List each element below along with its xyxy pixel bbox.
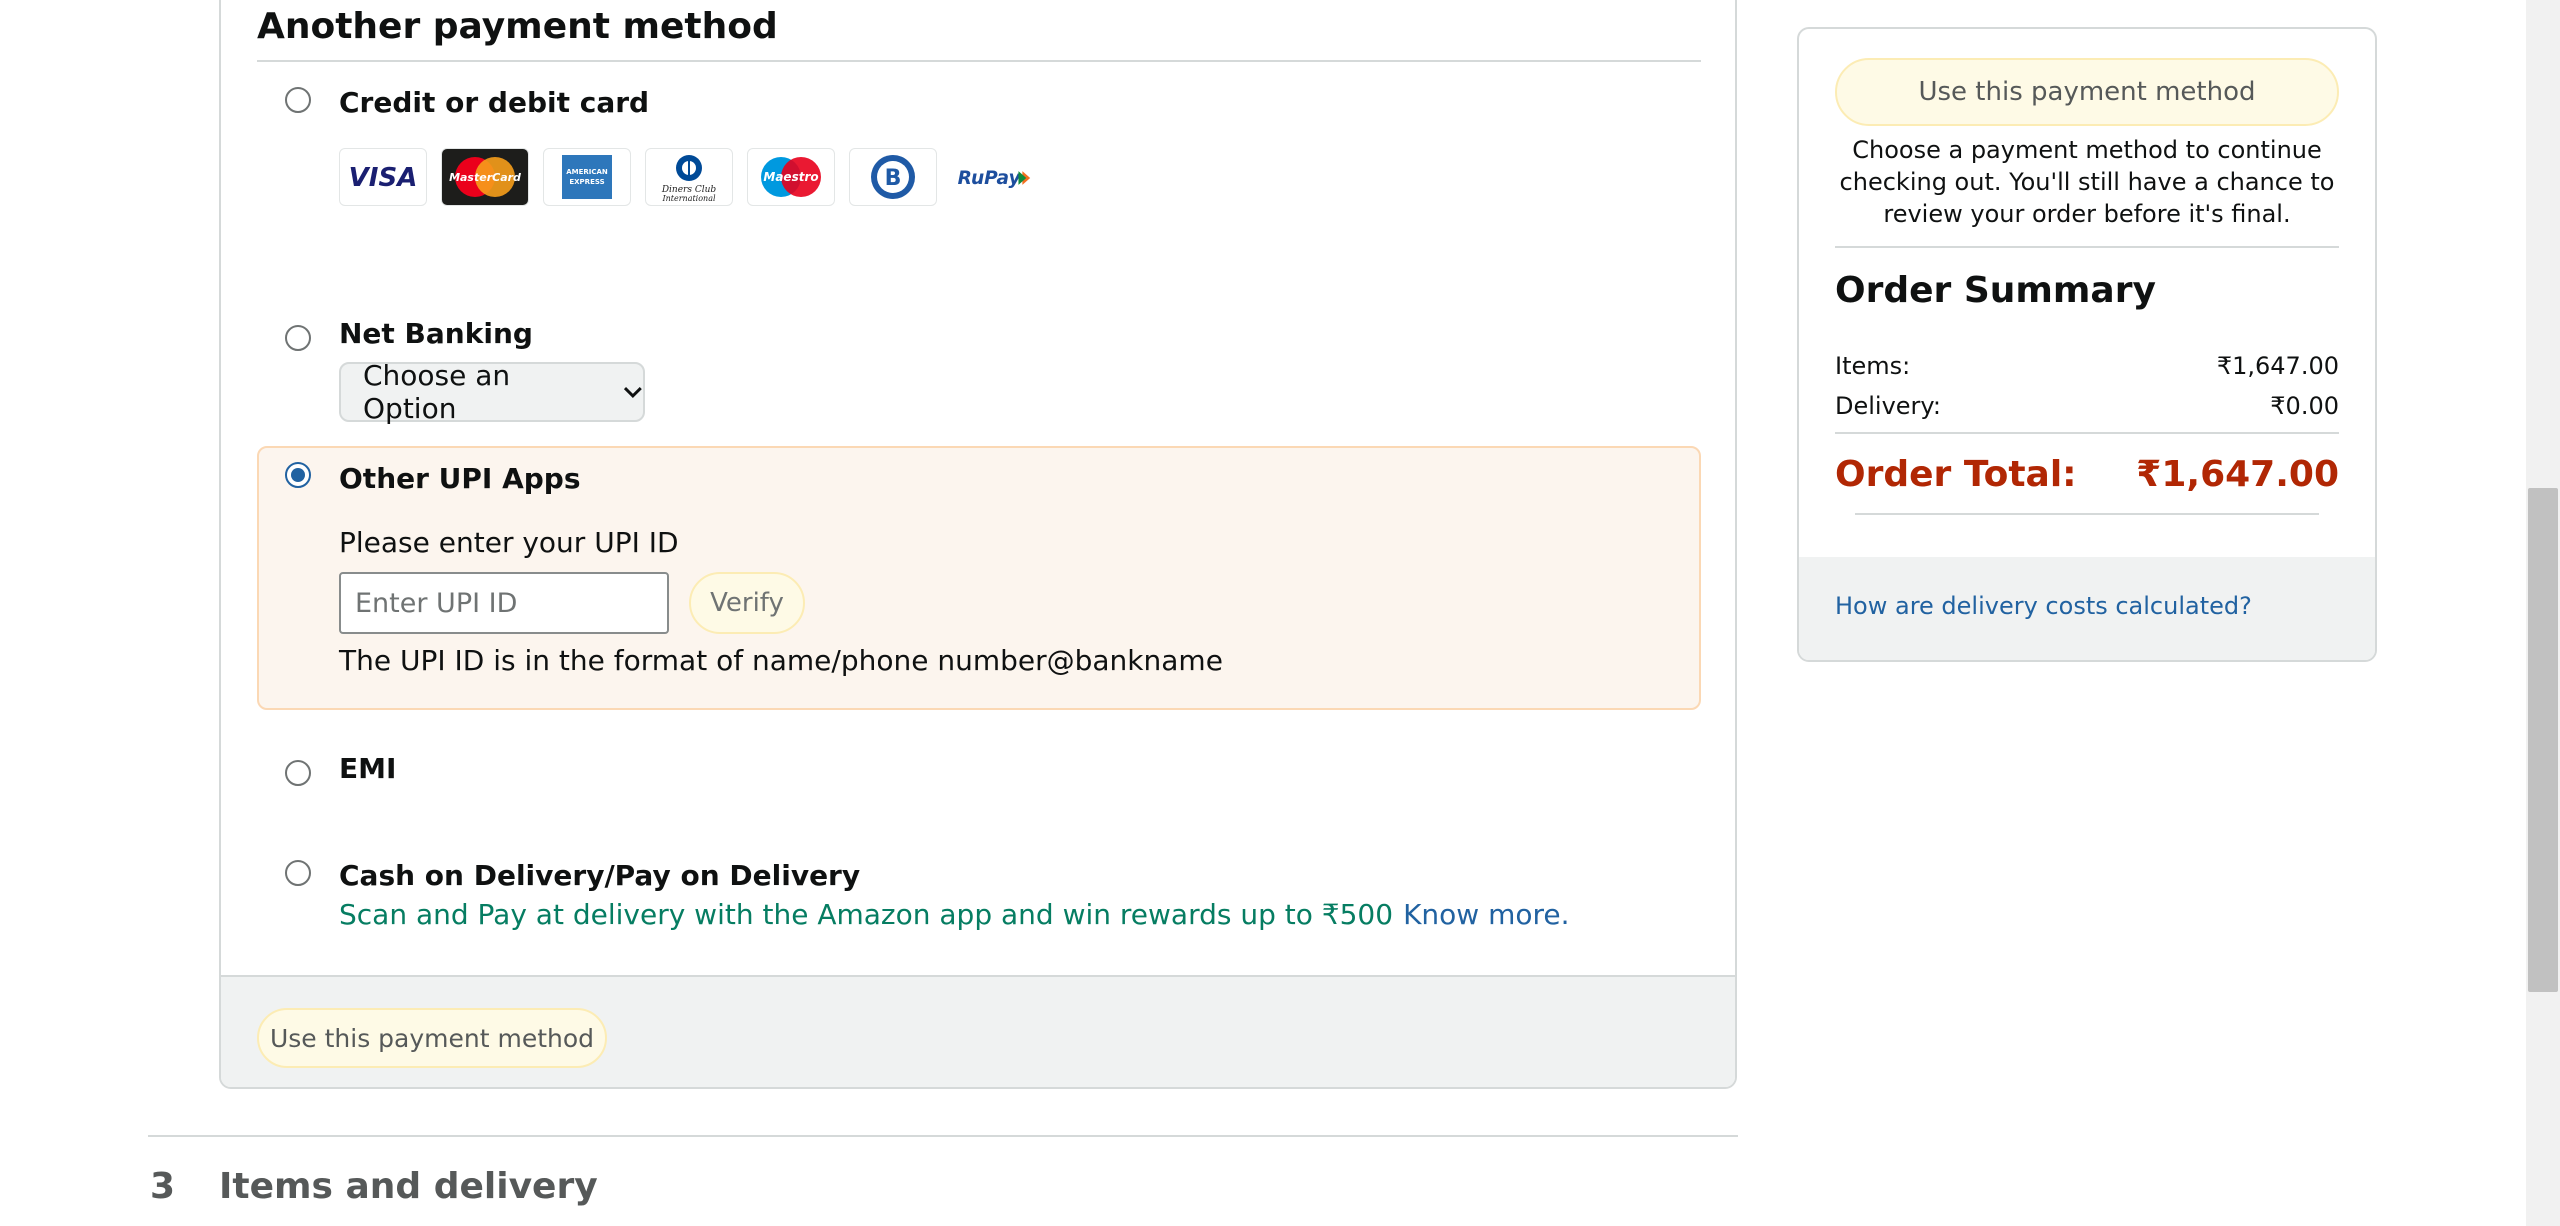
card-radio[interactable] [285,87,311,113]
order-summary-title: Order Summary [1835,270,2156,311]
delivery-label: Delivery: [1835,392,1941,420]
step-number: 3 [150,1166,176,1207]
divider [1835,432,2339,434]
diners-club-logo: Diners Club International [645,148,733,206]
step-title: Items and delivery [219,1166,598,1207]
mastercard-logo: MasterCard [441,148,529,206]
svg-text:MasterCard: MasterCard [449,171,521,184]
summary-use-payment-method-button[interactable]: Use this payment method [1835,58,2339,126]
svg-text:EXPRESS: EXPRESS [569,178,604,186]
netbanking-option-label: Net Banking [339,317,533,350]
upi-id-prompt: Please enter your UPI ID [339,526,679,559]
items-value: ₹1,647.00 [2216,352,2339,380]
cod-rewards-note: Scan and Pay at delivery with the Amazon… [339,898,1570,931]
chevron-down-icon [624,387,643,399]
visa-logo: VISA [339,148,427,206]
emi-option-label: EMI [339,752,397,785]
section-title: Another payment method [257,6,778,47]
emi-radio[interactable] [285,760,311,786]
order-total-row: Order Total: ₹1,647.00 [1835,454,2339,495]
delivery-row: Delivery: ₹0.00 [1835,392,2339,420]
summary-note: Choose a payment method to continue chec… [1839,136,2335,228]
cod-radio[interactable] [285,860,311,886]
svg-text:Maestro: Maestro [763,170,818,184]
netbanking-bank-select[interactable]: Choose an Option [339,359,645,425]
items-row: Items: ₹1,647.00 [1835,352,2339,380]
netbanking-select-value: Choose an Option [363,359,511,425]
svg-text:International: International [661,194,716,203]
svg-text:B: B [885,166,902,191]
use-payment-method-button[interactable]: Use this payment method [257,1008,607,1068]
order-total-label: Order Total: [1835,454,2077,495]
know-more-link[interactable]: Know more. [1403,898,1569,931]
delivery-value: ₹0.00 [2270,392,2339,420]
scrollbar-thumb[interactable] [2528,488,2558,992]
amex-logo: AMERICAN EXPRESS [543,148,631,206]
order-total-value: ₹1,647.00 [2136,454,2339,495]
svg-text:RuPay: RuPay [958,168,1022,189]
bajaj-logo: B [849,148,937,206]
upi-id-input[interactable] [339,572,669,634]
delivery-costs-link[interactable]: How are delivery costs calculated? [1835,592,2252,620]
svg-text:AMERICAN: AMERICAN [566,168,608,176]
upi-format-hint: The UPI ID is in the format of name/phon… [339,644,1223,677]
card-option-label: Credit or debit card [339,86,650,119]
divider [148,1135,1738,1137]
verify-button[interactable]: Verify [689,572,805,634]
items-label: Items: [1835,352,1911,380]
svg-text:VISA: VISA [349,163,418,193]
divider [257,60,1701,62]
maestro-logo: Maestro [747,148,835,206]
rupay-logo: RuPay [951,148,1039,206]
netbanking-radio[interactable] [285,325,311,351]
cod-note-text: Scan and Pay at delivery with the Amazon… [339,898,1394,931]
divider [1855,513,2319,515]
cod-option-label: Cash on Delivery/Pay on Delivery [339,859,861,892]
upi-option-label: Other UPI Apps [339,462,581,495]
divider [1835,246,2339,248]
upi-radio[interactable] [285,462,311,488]
